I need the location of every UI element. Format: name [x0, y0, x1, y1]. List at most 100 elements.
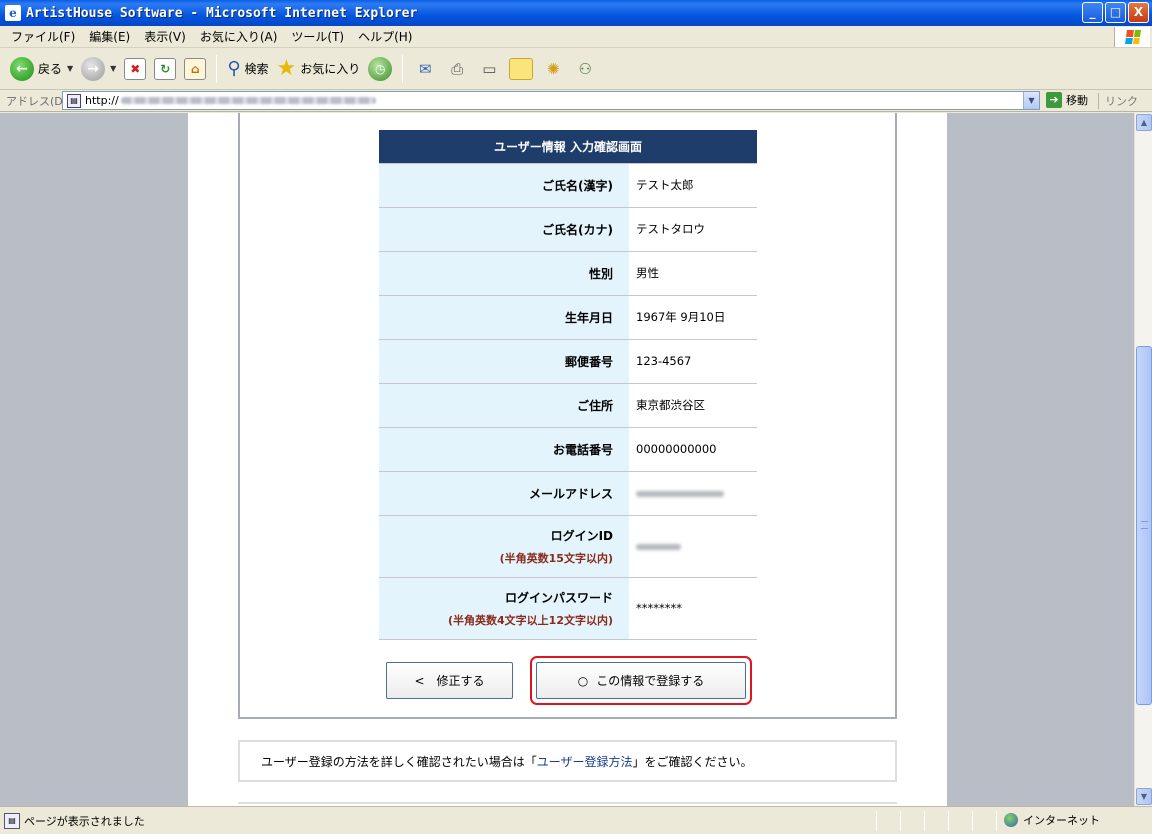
- table-row: お電話番号 00000000000: [379, 427, 757, 472]
- stop-icon: ✖: [124, 57, 147, 80]
- mail-icon[interactable]: ✉: [413, 58, 437, 80]
- vertical-scrollbar[interactable]: ▲ ▼: [1134, 113, 1152, 806]
- maximize-button[interactable]: □: [1105, 2, 1126, 23]
- scroll-grip-icon: [1141, 521, 1148, 529]
- row-value: テストタロウ: [629, 207, 757, 252]
- home-icon: ⌂: [184, 57, 207, 80]
- menu-help[interactable]: ヘルプ(H): [351, 28, 419, 45]
- toolbar: ← 戻る ▼ → ▼ ✖ ↻ ⌂ ⚲ 検索 ★ お気に入り ◷ ✉ ⎙ ▭ ✺ …: [0, 48, 1152, 90]
- window-title-bar[interactable]: e ArtistHouse Software - Microsoft Inter…: [0, 0, 1152, 26]
- row-value: [629, 515, 757, 578]
- menu-file[interactable]: ファイル(F): [4, 28, 82, 45]
- back-arrow-icon: ←: [10, 56, 34, 81]
- page-icon: ▤: [67, 93, 81, 108]
- history-button[interactable]: ◷: [364, 52, 396, 86]
- row-value: 00000000000: [629, 427, 757, 472]
- back-button[interactable]: ← 戻る ▼: [6, 52, 77, 86]
- forward-dropdown-icon[interactable]: ▼: [110, 64, 116, 73]
- research-icon[interactable]: ✺: [541, 58, 565, 80]
- status-separator: [900, 811, 901, 831]
- links-button[interactable]: リンク: [1098, 93, 1138, 109]
- go-label: 移動: [1066, 94, 1088, 107]
- table-row: ログインID (半角英数15文字以内): [379, 515, 757, 578]
- back-dropdown-icon[interactable]: ▼: [67, 64, 73, 73]
- close-button[interactable]: X: [1128, 2, 1149, 23]
- menu-view[interactable]: 表示(V): [137, 28, 193, 45]
- table-row: メールアドレス: [379, 471, 757, 516]
- back-label: 戻る: [38, 62, 63, 76]
- row-value: 男性: [629, 251, 757, 296]
- table-row: ログインパスワード (半角英数4文字以上12文字以内) ********: [379, 577, 757, 640]
- ie-icon: e: [5, 5, 21, 21]
- submit-label: この情報で登録する: [596, 674, 705, 688]
- info-suffix: 」をご確認ください。: [632, 754, 753, 769]
- row-label-note: (半角英数15文字以内): [499, 551, 613, 565]
- forward-button[interactable]: → ▼: [77, 52, 120, 86]
- refresh-button[interactable]: ↻: [150, 52, 180, 86]
- row-label-text: ログインID: [550, 528, 613, 543]
- row-label: ご氏名(漢字): [379, 163, 629, 208]
- search-button[interactable]: ⚲ 検索: [223, 52, 272, 86]
- favorites-label: お気に入り: [300, 62, 361, 76]
- page-status-icon: ▤: [4, 812, 20, 829]
- discuss-icon[interactable]: [509, 57, 534, 80]
- menu-favorites[interactable]: お気に入り(A): [193, 28, 285, 45]
- window-controls: _ □ X: [1082, 2, 1149, 23]
- security-zone: インターネット: [1004, 812, 1100, 828]
- refresh-icon: ↻: [154, 57, 177, 80]
- status-separator: [972, 811, 973, 831]
- row-label: メールアドレス: [379, 471, 629, 516]
- menu-edit[interactable]: 編集(E): [82, 28, 137, 45]
- status-bar: ▤ ページが表示されました インターネット: [0, 806, 1152, 834]
- row-value: 123-4567: [629, 339, 757, 384]
- table-row: 郵便番号 123-4567: [379, 339, 757, 384]
- edit-back-button[interactable]: < 修正する: [386, 662, 513, 699]
- toolbar-separator: [216, 54, 218, 83]
- messenger-icon[interactable]: ⚇: [573, 58, 597, 80]
- go-arrow-icon: ➔: [1046, 92, 1062, 108]
- menu-bar: ファイル(F) 編集(E) 表示(V) お気に入り(A) ツール(T) ヘルプ(…: [0, 26, 1152, 48]
- info-prefix: ユーザー登録の方法を詳しく確認されたい場合は「: [261, 754, 537, 769]
- row-label: 郵便番号: [379, 339, 629, 384]
- address-bar: アドレス(D) ▤ http:// ▼ ➔ 移動 リンク: [0, 90, 1152, 112]
- menu-tools[interactable]: ツール(T): [284, 28, 351, 45]
- row-label-text: ログインパスワード: [504, 590, 613, 605]
- table-row: ご住所 東京都渋谷区: [379, 383, 757, 428]
- edit-icon[interactable]: ▭: [477, 58, 501, 80]
- status-separator: [948, 811, 949, 831]
- row-value: 1967年 9月10日: [629, 295, 757, 340]
- login-id-value-blurred: [636, 544, 681, 550]
- status-separator: [924, 811, 925, 831]
- scroll-thumb[interactable]: [1136, 346, 1152, 705]
- scroll-down-icon[interactable]: ▼: [1136, 788, 1152, 805]
- circle-icon: ○: [577, 673, 589, 688]
- confirm-table: ユーザー情報 入力確認画面 ご氏名(漢字) テスト太郎 ご氏名(カナ) テストタ…: [379, 130, 757, 640]
- minimize-button[interactable]: _: [1082, 2, 1103, 23]
- status-text: ページが表示されました: [24, 814, 145, 828]
- address-dropdown-icon[interactable]: ▼: [1023, 92, 1039, 109]
- go-button[interactable]: ➔ 移動: [1046, 92, 1088, 108]
- registration-method-link[interactable]: ユーザー登録方法: [537, 753, 633, 770]
- table-row: 生年月日 1967年 9月10日: [379, 295, 757, 340]
- info-box: ユーザー登録の方法を詳しく確認されたい場合は「 ユーザー登録方法 」をご確認ください…: [238, 740, 897, 782]
- zone-label: インターネット: [1023, 814, 1100, 827]
- star-icon: ★: [276, 56, 297, 81]
- home-button[interactable]: ⌂: [180, 52, 210, 86]
- row-label: ご氏名(カナ): [379, 207, 629, 252]
- window-title: ArtistHouse Software - Microsoft Interne…: [26, 5, 418, 21]
- windows-logo-icon: [1114, 27, 1150, 47]
- row-label: ご住所: [379, 383, 629, 428]
- address-input[interactable]: ▤ http:// ▼: [62, 91, 1040, 110]
- address-label: アドレス(D): [6, 94, 68, 108]
- forward-arrow-icon: →: [81, 56, 106, 81]
- row-value: テスト太郎: [629, 163, 757, 208]
- scroll-up-icon[interactable]: ▲: [1136, 114, 1152, 131]
- print-icon[interactable]: ⎙: [445, 58, 469, 80]
- row-label: ログインパスワード (半角英数4文字以上12文字以内): [379, 577, 629, 640]
- search-label: 検索: [244, 62, 269, 76]
- table-row: 性別 男性: [379, 251, 757, 296]
- stop-button[interactable]: ✖: [120, 52, 150, 86]
- bottom-divider: [238, 802, 897, 804]
- favorites-button[interactable]: ★ お気に入り: [273, 52, 365, 86]
- submit-register-button[interactable]: ○ この情報で登録する: [536, 662, 746, 699]
